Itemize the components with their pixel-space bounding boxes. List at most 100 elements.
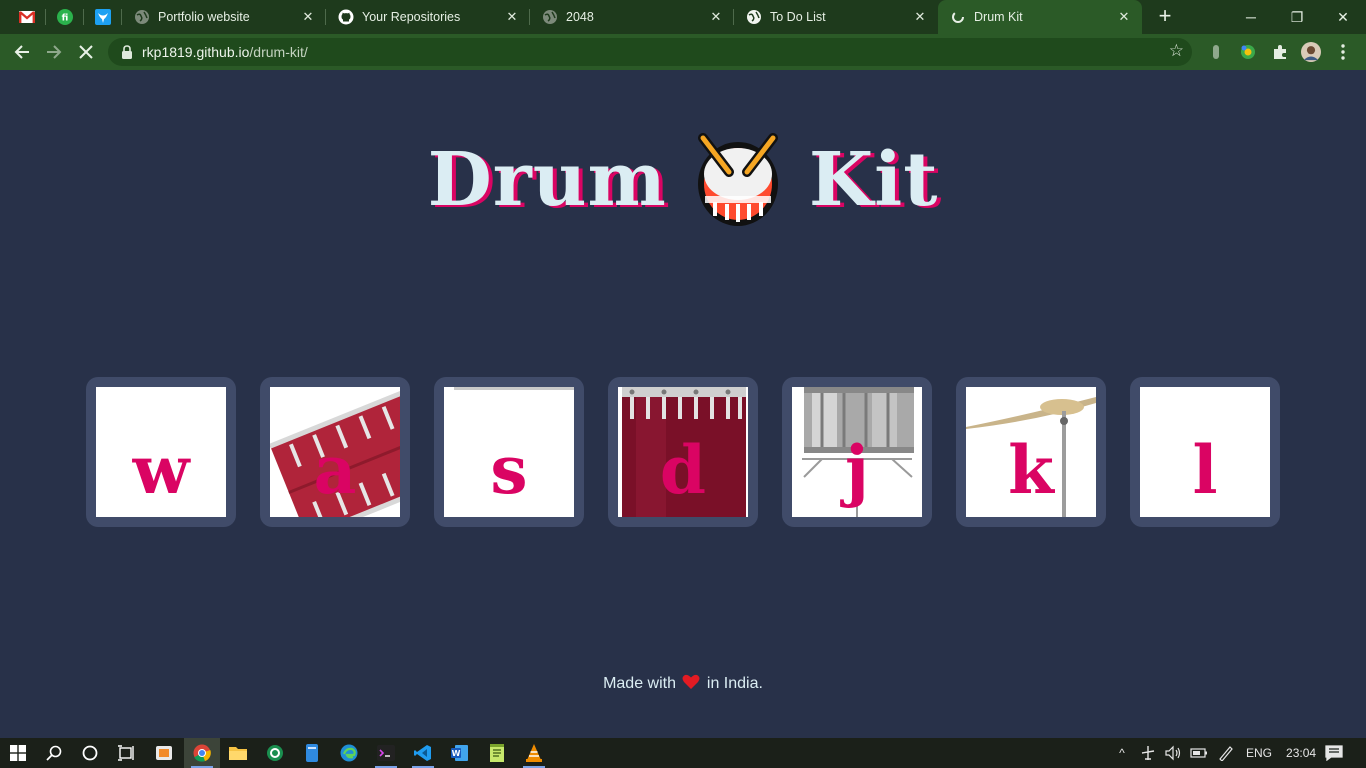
key-face: k [966,387,1096,517]
close-tab-icon[interactable]: ✕ [912,9,928,25]
taskbar-app-green[interactable] [257,738,293,768]
close-icon [79,45,93,59]
back-arrow-icon [14,45,29,59]
drum-key-l[interactable]: l [1130,377,1280,527]
tab-title: Portfolio website [158,10,250,24]
gmail-icon [19,11,35,23]
url-text: rkp1819.github.io/drum-kit/ [142,44,308,60]
vscode-icon [414,745,431,761]
tab-2048[interactable]: 2048 ✕ [530,0,734,34]
svg-text:fi: fi [62,14,69,24]
url-host: rkp1819.github.io [142,44,250,60]
globe-icon [134,9,150,25]
key-face: l [1140,387,1270,517]
browser-toolbar: rkp1819.github.io/drum-kit/ ☆ [0,34,1366,70]
footer-in-india: in India. [706,675,763,692]
drum-key-s[interactable]: s [434,377,584,527]
tab-your-repositories[interactable]: Your Repositories ✕ [326,0,530,34]
key-letter: a [313,431,357,509]
drum-key-k[interactable]: k [956,377,1106,527]
close-window-button[interactable]: ✕ [1320,0,1366,34]
taskbar-terminal[interactable] [368,738,404,768]
globe-white-icon [746,9,762,25]
key-face: j [792,387,922,517]
show-hidden-icons-chevron-icon[interactable]: ^ [1114,746,1130,760]
task-view-button[interactable] [108,738,144,768]
minimize-button[interactable]: ─ [1228,0,1274,34]
close-tab-icon[interactable]: ✕ [504,9,520,25]
svg-text:W: W [452,749,461,758]
taskbar-file-explorer[interactable] [220,738,256,768]
menu-kebab-icon[interactable] [1333,42,1353,62]
url-path: /drum-kit/ [249,44,308,60]
drum-key-w[interactable]: w [86,377,236,527]
windows-logo-icon [10,745,26,761]
taskbar-app-blue[interactable] [294,738,330,768]
tab-portfolio-website[interactable]: Portfolio website ✕ [122,0,326,34]
back-button[interactable] [10,40,34,64]
taskbar-word[interactable]: W [442,738,478,768]
key-face: a [270,387,400,517]
profile-avatar[interactable] [1301,42,1321,62]
tab-drum-kit[interactable]: Drum Kit ✕ [938,0,1142,34]
extension-tts-icon[interactable] [1206,42,1226,62]
drum-kit-page: Drum Kit w a s d j k l Made with in Indi… [0,70,1366,738]
close-tab-icon[interactable]: ✕ [708,9,724,25]
gmail-tab[interactable] [8,0,46,34]
close-tab-icon[interactable]: ✕ [1116,9,1132,25]
blue-app-icon [306,744,318,762]
close-tab-icon[interactable]: ✕ [300,9,316,25]
pen-workspace-icon[interactable] [1218,745,1234,761]
heart-icon [682,674,700,689]
input-language[interactable]: ENG [1246,746,1272,760]
extension-vpn-icon[interactable] [1238,42,1258,62]
edge-icon [340,744,358,762]
bird-tab[interactable] [84,0,122,34]
taskbar-chrome[interactable] [184,738,220,768]
footer: Made with in India. [0,674,1366,693]
title-kit: Kit [808,137,939,223]
forward-arrow-icon [47,45,62,59]
tab-title: Your Repositories [362,10,461,24]
drum-key-j[interactable]: j [782,377,932,527]
drum-key-a[interactable]: a [260,377,410,527]
extensions-puzzle-icon[interactable] [1270,42,1290,62]
tab-to-do-list[interactable]: To Do List ✕ [734,0,938,34]
word-icon: W [451,745,468,761]
feedly-tab[interactable]: fi [46,0,84,34]
key-face: s [444,387,574,517]
forward-button[interactable] [42,40,66,64]
clock-time[interactable]: 23:04 [1286,746,1316,760]
taskbar-vscode[interactable] [405,738,441,768]
address-bar[interactable]: rkp1819.github.io/drum-kit/ ☆ [108,38,1192,66]
search-button[interactable] [36,738,72,768]
drum-key-d[interactable]: d [608,377,758,527]
volume-icon[interactable] [1164,745,1182,761]
stop-loading-button[interactable] [74,40,98,64]
vlc-icon [526,744,542,762]
key-letter: w [132,431,190,509]
title-drum: Drum [427,137,667,223]
key-letter: k [1008,431,1054,509]
bookmark-star-icon[interactable]: ☆ [1169,41,1184,61]
taskbar-vlc[interactable] [516,738,552,768]
system-tray: ^ ENG 23:04 [1114,738,1316,768]
start-button[interactable] [0,738,36,768]
green-app-icon [267,745,283,761]
airplane-mode-icon[interactable] [1140,745,1156,761]
cortana-button[interactable] [72,738,108,768]
taskbar-notepad[interactable] [479,738,515,768]
taskbar-snip-app[interactable] [146,738,182,768]
bird-icon [95,9,111,25]
chrome-icon [193,744,211,762]
restore-button[interactable]: ❐ [1274,0,1320,34]
battery-icon[interactable] [1190,747,1208,759]
tab-title: 2048 [566,10,594,24]
taskbar-edge[interactable] [331,738,367,768]
key-face: w [96,387,226,517]
footer-made-with: Made with [603,675,676,692]
action-center-button[interactable] [1316,738,1352,768]
new-tab-button[interactable]: + [1153,5,1177,29]
notepad-icon [490,744,504,762]
drum-keys: w a s d j k l [86,377,1280,527]
